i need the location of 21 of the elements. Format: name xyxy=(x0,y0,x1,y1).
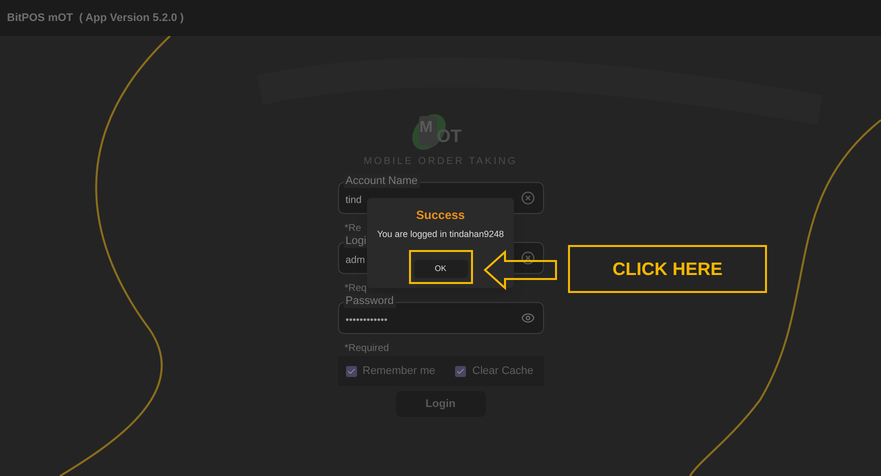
dialog-title: Success xyxy=(416,207,465,224)
field-label: Password xyxy=(344,294,396,308)
clear-icon[interactable] xyxy=(520,251,534,265)
ok-button[interactable]: OK xyxy=(414,260,468,278)
required-hint: *Required xyxy=(344,342,389,356)
checkbox[interactable] xyxy=(346,366,356,376)
callout-text: CLICK HERE xyxy=(612,258,722,280)
app-title: BitPOS mOT ( App Version 5.2.0 ) xyxy=(7,10,184,26)
arrow-icon xyxy=(483,250,558,290)
checkbox[interactable] xyxy=(455,366,466,376)
checkbox-label: Clear Cache xyxy=(472,364,534,379)
dialog-message: You are logged in tindahan9248 xyxy=(377,228,504,241)
checkbox-label: Remember me xyxy=(362,364,436,379)
eye-icon[interactable] xyxy=(520,311,534,325)
required-hint: *Req xyxy=(344,282,367,296)
required-hint: *Re xyxy=(344,222,362,236)
field-value: •••••••••••• xyxy=(346,314,389,328)
field-value: adm xyxy=(346,254,366,268)
field-value: tind xyxy=(346,194,363,208)
field-label: Logi xyxy=(344,234,368,248)
field-label: Account Name xyxy=(344,174,420,188)
